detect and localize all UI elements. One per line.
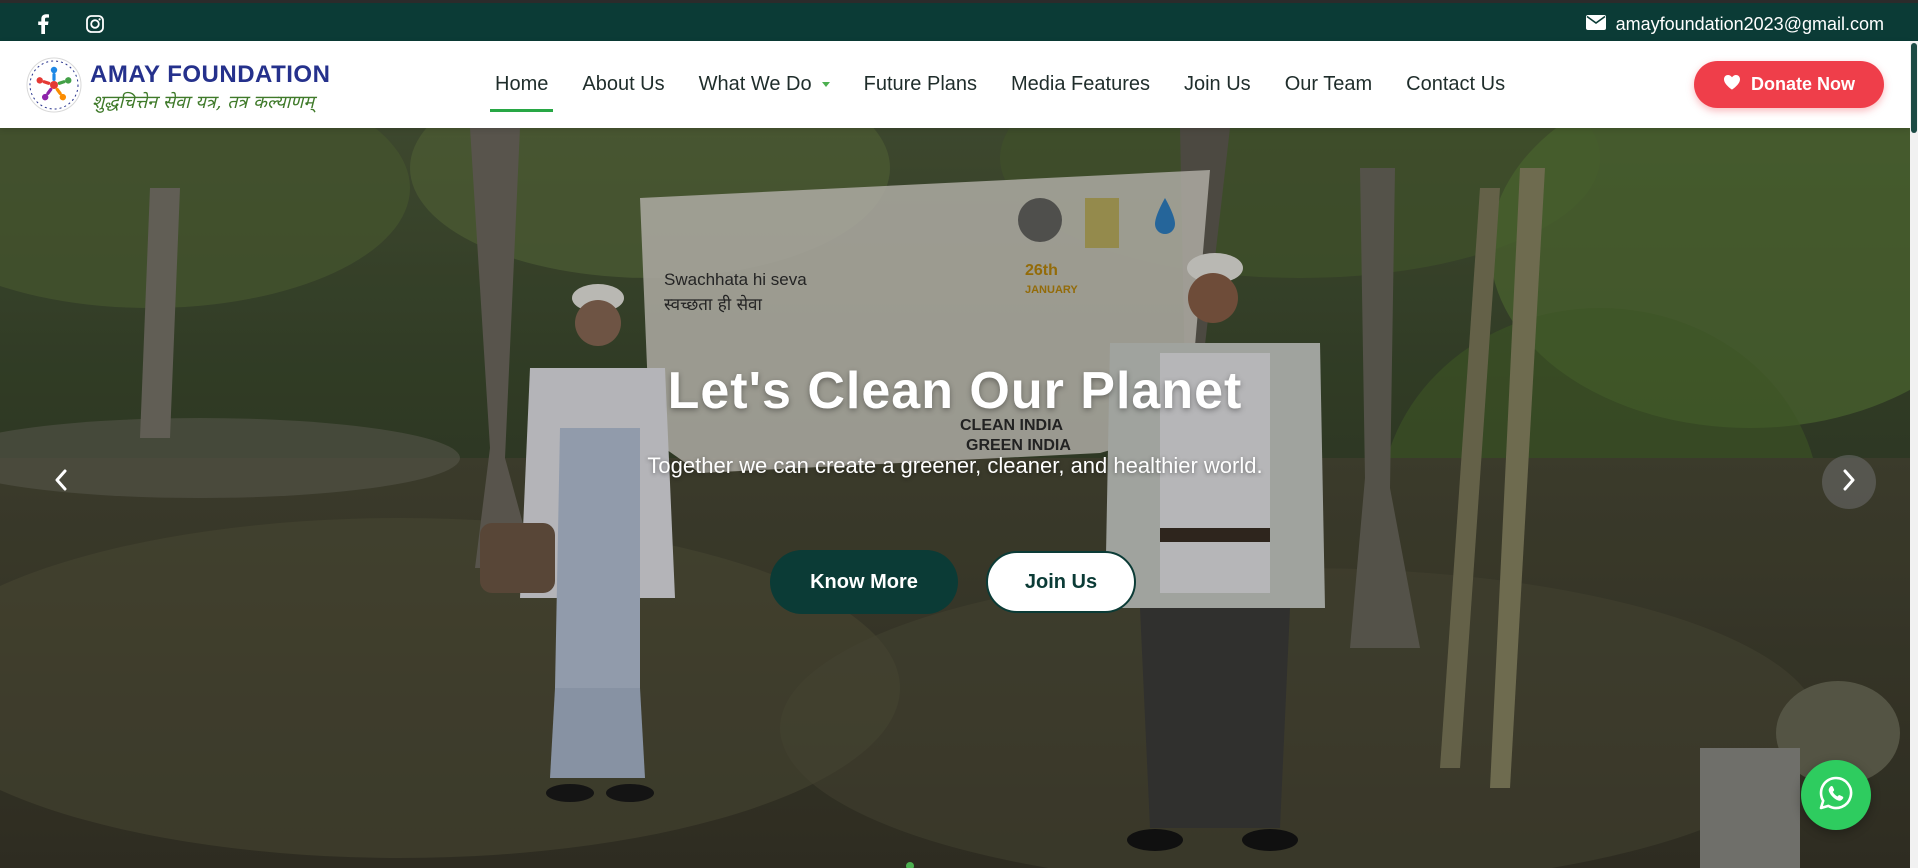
email-text[interactable]: amayfoundation2023@gmail.com: [1616, 14, 1884, 35]
nav-label: Media Features: [1011, 73, 1150, 95]
heart-icon: [1723, 74, 1741, 95]
brand-name[interactable]: AMAY FOUNDATION: [90, 61, 330, 89]
know-more-button[interactable]: Know More: [770, 550, 958, 614]
carousel-next-button[interactable]: [1822, 455, 1876, 509]
donate-button[interactable]: Donate Now: [1694, 61, 1884, 108]
site-header: AMAY FOUNDATION शुद्धचित्तेन सेवा यत्र, …: [0, 41, 1910, 128]
nav-label: Home: [495, 73, 549, 95]
nav-item-contact-us[interactable]: Contact Us: [1389, 41, 1522, 128]
nav-item-media-features[interactable]: Media Features: [994, 41, 1167, 128]
whatsapp-icon: [1818, 775, 1854, 816]
nav-item-home[interactable]: Home: [478, 41, 565, 128]
donate-label: Donate Now: [1750, 74, 1855, 94]
carousel-indicator-active[interactable]: [906, 862, 914, 868]
nav-item-our-team[interactable]: Our Team: [1268, 41, 1389, 128]
nav-label: About Us: [582, 73, 665, 95]
nav-label: Contact Us: [1406, 73, 1506, 95]
nav-item-future-plans[interactable]: Future Plans: [847, 41, 994, 128]
instagram-icon[interactable]: [84, 13, 106, 35]
page-scrollbar-track[interactable]: [1910, 41, 1918, 868]
envelope-icon: [1585, 14, 1606, 35]
caret-down-icon: [821, 82, 830, 87]
top-bar: amayfoundation2023@gmail.com: [0, 0, 1918, 41]
join-us-button[interactable]: Join Us: [986, 551, 1136, 613]
hero-subtitle: Together we can create a greener, cleane…: [647, 453, 1263, 478]
nav-label: Future Plans: [863, 73, 978, 95]
hero-carousel: Swachhata hi seva स्वच्छता ही सेवा CLEAN…: [0, 128, 1910, 868]
chevron-right-icon: [1842, 469, 1856, 496]
brand-tagline: शुद्धचित्तेन सेवा यत्र, तत्र कल्याणम्: [92, 92, 315, 113]
chevron-left-icon: [54, 469, 68, 496]
hero-title: Let's Clean Our Planet: [667, 362, 1243, 420]
nav-item-join-us[interactable]: Join Us: [1167, 41, 1268, 128]
whatsapp-chat-button[interactable]: [1801, 760, 1871, 830]
nav-label: Our Team: [1284, 73, 1373, 95]
contact-email[interactable]: amayfoundation2023@gmail.com: [1585, 14, 1884, 35]
carousel-prev-button[interactable]: [34, 455, 88, 509]
page-scrollbar-thumb[interactable]: [1911, 43, 1917, 133]
main-nav: Home About Us What We Do Future Plans Me…: [478, 41, 1522, 128]
hero-background-photo: Swachhata hi seva स्वच्छता ही सेवा CLEAN…: [0, 128, 1910, 868]
foundation-logo[interactable]: [24, 55, 84, 115]
nav-label: Join Us: [1183, 73, 1251, 95]
nav-label: What We Do: [698, 73, 812, 95]
nav-item-what-we-do[interactable]: What We Do: [682, 41, 847, 128]
nav-item-about-us[interactable]: About Us: [565, 41, 681, 128]
facebook-icon[interactable]: [32, 13, 54, 35]
